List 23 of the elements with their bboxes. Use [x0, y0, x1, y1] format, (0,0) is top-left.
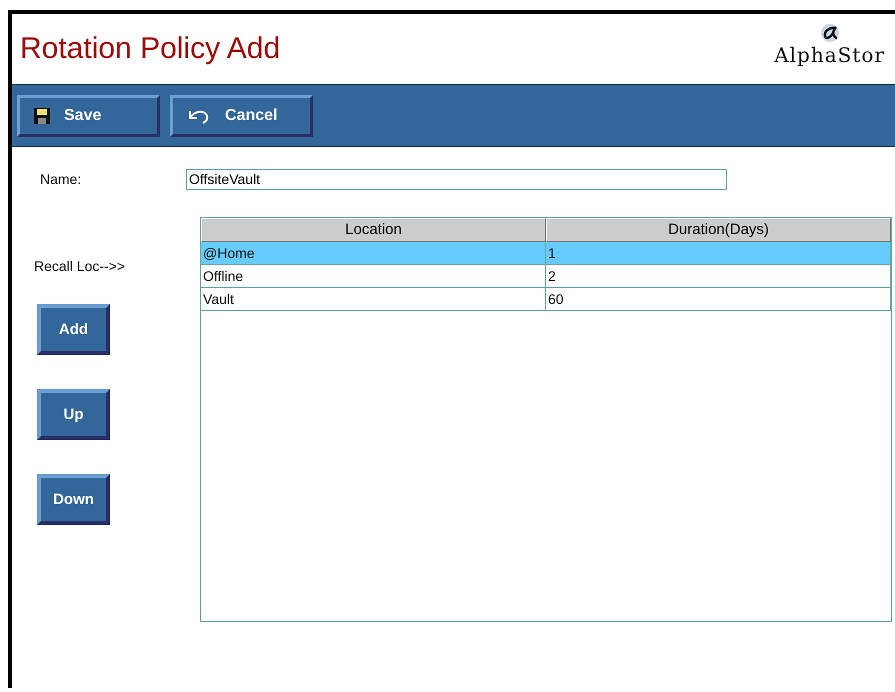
- cancel-button[interactable]: Cancel: [170, 94, 313, 136]
- column-header[interactable]: Location: [201, 218, 546, 242]
- undo-arrow-icon: [187, 108, 211, 124]
- table-row[interactable]: Vault 60: [201, 288, 891, 310]
- name-label: Name:: [40, 171, 82, 187]
- table-cell: @Home: [201, 242, 546, 264]
- save-button[interactable]: Save: [17, 94, 160, 136]
- table-row[interactable]: @Home 1: [201, 242, 891, 264]
- column-header[interactable]: Duration(Days): [546, 218, 891, 242]
- page-title: Rotation Policy Add: [20, 32, 280, 66]
- alpha-logo-icon: [820, 23, 840, 43]
- table-cell: Offline: [201, 264, 546, 288]
- name-input-field[interactable]: OffsiteVault: [186, 168, 727, 190]
- table-cell: Vault: [201, 288, 546, 310]
- side-button[interactable]: Up: [37, 389, 110, 440]
- table-row[interactable]: Offline 2: [201, 264, 891, 288]
- recall-location-label: Recall Loc-->>: [34, 258, 126, 274]
- side-button[interactable]: Add: [37, 304, 110, 355]
- logo-text: AlphaStor: [774, 43, 885, 67]
- table-cell: 60: [546, 288, 891, 310]
- table-cell: 2: [546, 264, 891, 288]
- table-cell: 1: [546, 242, 891, 264]
- side-button[interactable]: Down: [37, 474, 110, 525]
